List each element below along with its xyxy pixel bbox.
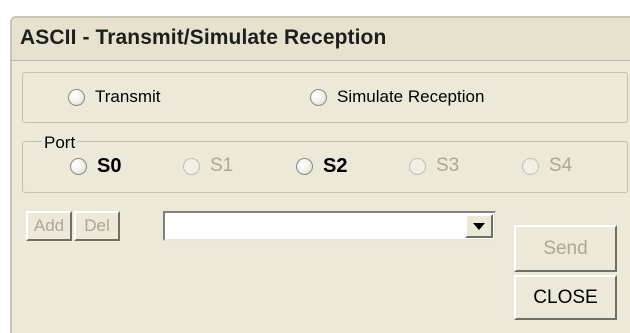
radio-button-icon bbox=[296, 158, 313, 175]
radio-button-icon bbox=[68, 88, 85, 106]
close-button[interactable]: CLOSE bbox=[514, 275, 617, 320]
dialog-window: ASCII - Transmit/Simulate Reception Tran… bbox=[10, 16, 630, 333]
radio-port-s1: S1 bbox=[183, 155, 233, 177]
radio-button-icon bbox=[522, 157, 539, 175]
radio-transmit[interactable]: Transmit bbox=[68, 87, 161, 107]
radio-button-icon bbox=[183, 157, 200, 175]
radio-port-s1-label: S1 bbox=[210, 155, 234, 176]
delete-button[interactable]: Del bbox=[74, 211, 120, 241]
radio-port-s2[interactable]: S2 bbox=[296, 155, 347, 178]
window-title: ASCII - Transmit/Simulate Reception bbox=[20, 26, 387, 49]
radio-button-icon bbox=[409, 157, 426, 175]
port-group-legend: Port bbox=[42, 133, 78, 153]
radio-simulate-reception-label: Simulate Reception bbox=[337, 87, 485, 106]
radio-port-s0[interactable]: S0 bbox=[70, 155, 121, 178]
combobox-dropdown-button[interactable] bbox=[465, 214, 493, 238]
send-button[interactable]: Send bbox=[514, 225, 617, 272]
radio-port-s3: S3 bbox=[409, 155, 459, 177]
radio-button-icon bbox=[310, 88, 327, 106]
title-bar[interactable]: ASCII - Transmit/Simulate Reception bbox=[12, 18, 630, 60]
radio-port-s0-label: S0 bbox=[97, 155, 122, 177]
chevron-down-icon bbox=[473, 222, 485, 230]
message-combobox[interactable] bbox=[163, 211, 496, 241]
add-button[interactable]: Add bbox=[26, 211, 72, 241]
radio-port-s2-label: S2 bbox=[323, 155, 348, 177]
radio-transmit-label: Transmit bbox=[95, 87, 161, 106]
title-divider bbox=[12, 60, 630, 61]
radio-simulate-reception[interactable]: Simulate Reception bbox=[310, 87, 484, 107]
radio-port-s4-label: S4 bbox=[549, 155, 573, 176]
radio-port-s4: S4 bbox=[522, 155, 572, 177]
radio-port-s3-label: S3 bbox=[436, 155, 460, 176]
radio-button-icon bbox=[70, 158, 87, 175]
